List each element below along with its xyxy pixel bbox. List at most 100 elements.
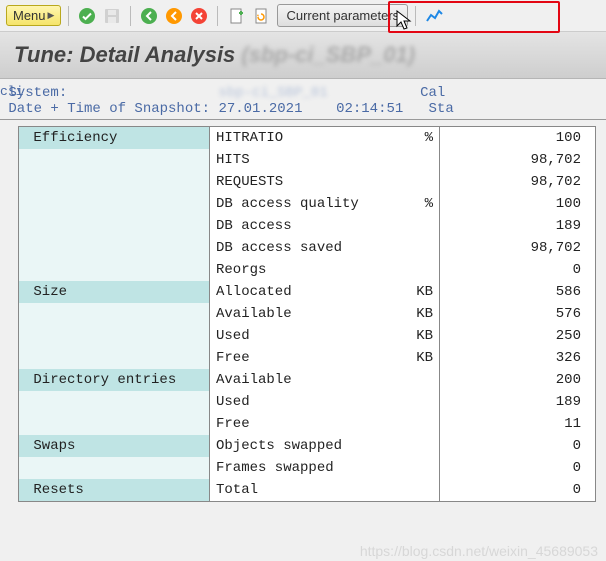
unit-cell: KB [397,303,440,325]
refresh-doc-icon[interactable] [250,5,272,27]
metric-cell: Free [210,413,398,435]
page-title: Tune: Detail Analysis (sbp-ci_SBP_01) [14,42,415,67]
table-row: SwapsObjects swapped0 [19,435,595,457]
value-cell: 250 [440,325,596,347]
info-block: System: sbp-ci_SBP_01 Cal Date + Time of… [0,79,606,120]
highlight-annotation [388,1,560,33]
metric-cell: DB access quality [210,193,398,215]
unit-cell: KB [397,281,440,303]
metric-cell: HITRATIO [210,127,398,149]
table-row: Used 189 [19,391,595,413]
metric-cell: Total [210,479,398,501]
unit-cell [397,215,440,237]
metric-cell: Available [210,369,398,391]
table-row: HITS98,702 [19,149,595,171]
table-row: DB access 189 [19,215,595,237]
table-row: Directory entriesAvailable200 [19,369,595,391]
unit-cell [397,369,440,391]
watermark: https://blog.csdn.net/weixin_45689053 [360,543,598,559]
unit-cell [397,259,440,281]
table-row: DB access saved98,702 [19,237,595,259]
unit-cell [397,171,440,193]
current-parameters-button[interactable]: Current parameters [277,4,408,27]
chevron-down-icon: ▶ [48,10,55,21]
data-table-wrap: EfficiencyHITRATIO%100 HITS98,702 REQUES… [18,126,596,502]
metric-cell: REQUESTS [210,171,398,193]
unit-cell [397,149,440,171]
table-row: AvailableKB576 [19,303,595,325]
value-cell: 98,702 [440,171,596,193]
metric-cell: HITS [210,149,398,171]
unit-cell [397,435,440,457]
new-doc-icon[interactable] [225,5,247,27]
category-cell: Resets [19,479,210,501]
unit-cell: % [397,127,440,149]
category-cell [19,193,210,215]
table-row: EfficiencyHITRATIO%100 [19,127,595,149]
metric-cell: DB access [210,215,398,237]
separator [415,6,416,26]
time-value: 02:14:51 [336,101,403,117]
value-cell: 100 [440,193,596,215]
unit-cell [397,413,440,435]
exit-icon[interactable] [163,5,185,27]
table-row: Free11 [19,413,595,435]
current-parameters-label: Current parameters [286,8,399,23]
check-icon[interactable] [76,5,98,27]
category-cell [19,391,210,413]
cli-label: cli [0,84,23,99]
metric-cell: Objects swapped [210,435,398,457]
separator [217,6,218,26]
category-cell [19,237,210,259]
menu-button[interactable]: Menu ▶ [6,5,61,26]
unit-cell: KB [397,325,440,347]
category-cell [19,347,210,369]
title-blurred: (sbp-ci_SBP_01) [241,42,415,67]
category-cell: Size [19,281,210,303]
metric-cell: Frames swapped [210,457,398,479]
data-table: EfficiencyHITRATIO%100 HITS98,702 REQUES… [19,127,595,501]
value-cell: 0 [440,259,596,281]
table-row: UsedKB250 [19,325,595,347]
title-bar: Tune: Detail Analysis (sbp-ci_SBP_01) [0,32,606,79]
category-cell: Efficiency [19,127,210,149]
unit-cell: KB [397,347,440,369]
save-icon[interactable] [101,5,123,27]
unit-cell [397,479,440,501]
category-cell [19,303,210,325]
unit-cell [397,237,440,259]
chart-icon[interactable] [423,5,445,27]
value-cell: 576 [440,303,596,325]
metric-cell: Allocated [210,281,398,303]
separator [68,6,69,26]
category-cell [19,259,210,281]
value-cell: 189 [440,391,596,413]
back-icon[interactable] [138,5,160,27]
value-cell: 0 [440,435,596,457]
category-cell [19,215,210,237]
table-row: Reorgs 0 [19,259,595,281]
value-cell: 189 [440,215,596,237]
value-cell: 0 [440,457,596,479]
metric-cell: Reorgs [210,259,398,281]
date-label: Date + Time of Snapshot: [8,101,210,117]
title-main: Tune: Detail Analysis [14,42,241,67]
unit-cell: % [397,193,440,215]
metric-cell: Free [210,347,398,369]
metric-cell: Used [210,391,398,413]
unit-cell [397,457,440,479]
category-cell [19,171,210,193]
value-cell: 326 [440,347,596,369]
cancel-icon[interactable] [188,5,210,27]
value-cell: 586 [440,281,596,303]
table-row: REQUESTS 98,702 [19,171,595,193]
metric-cell: Available [210,303,398,325]
value-cell: 100 [440,127,596,149]
metric-cell: DB access saved [210,237,398,259]
value-cell: 0 [440,479,596,501]
value-cell: 200 [440,369,596,391]
table-row: FreeKB326 [19,347,595,369]
toolbar: Menu ▶ Current parameters [0,0,606,32]
cal-partial: Cal [420,85,445,101]
category-cell [19,457,210,479]
